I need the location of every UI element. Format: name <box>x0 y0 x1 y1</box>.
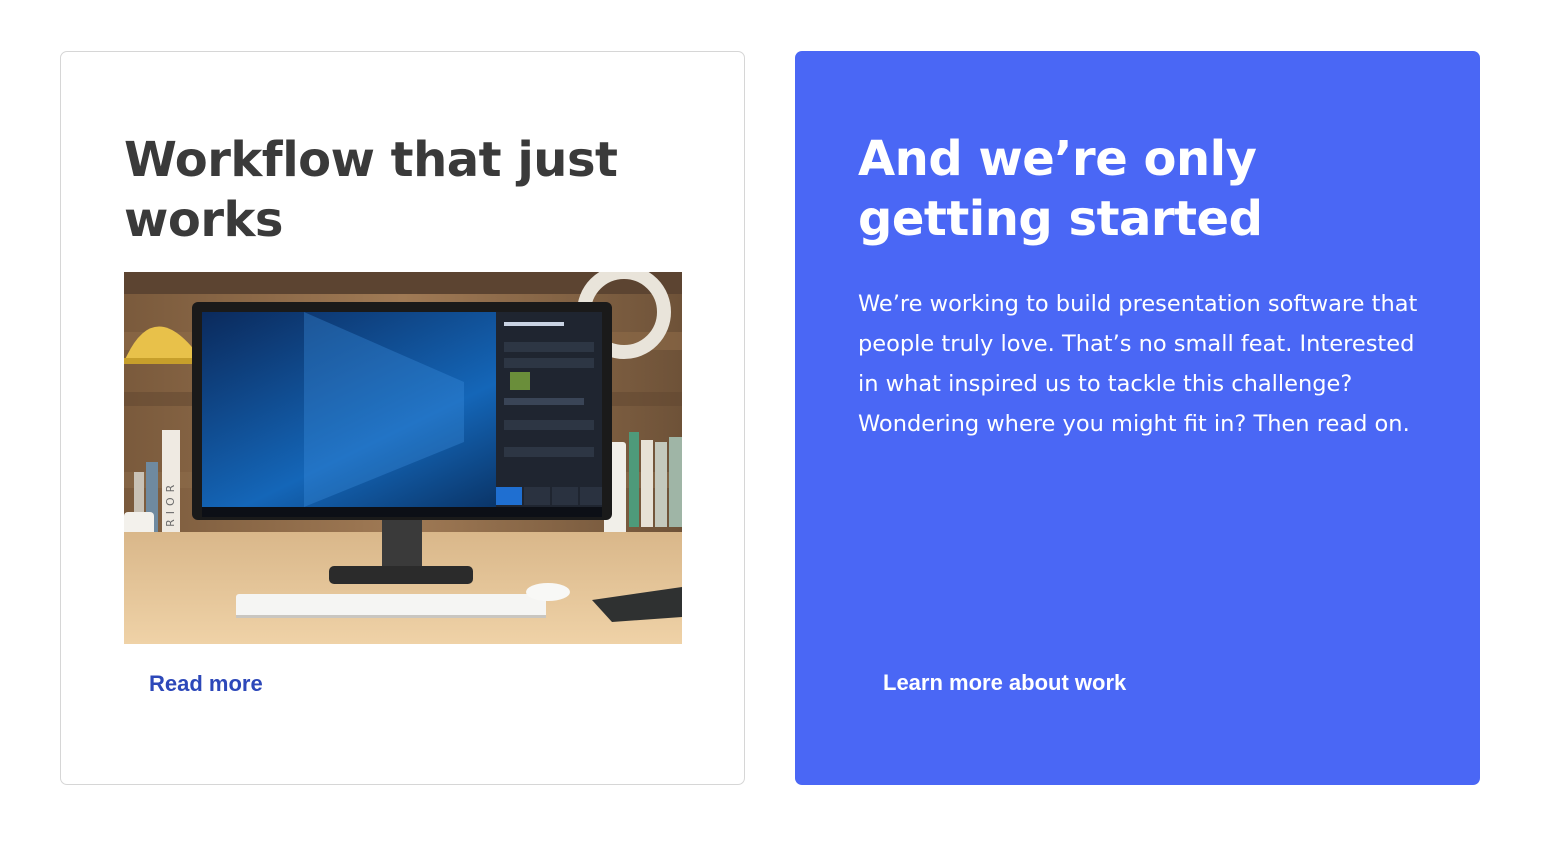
read-more-link[interactable]: Read more <box>149 671 263 697</box>
card-title: And we’re only getting started <box>858 131 1263 247</box>
desktop-computer-photo: INTERIOR <box>124 272 682 644</box>
card-body: We’re working to build presentation soft… <box>858 291 1418 437</box>
learn-more-about-work-link[interactable]: Learn more about work <box>883 670 1126 696</box>
card-title: Workflow that just works <box>124 132 618 248</box>
getting-started-card: And we’re only getting started We’re wor… <box>795 51 1480 785</box>
workflow-card: Workflow that just works INTERIOR Read m… <box>60 51 745 785</box>
